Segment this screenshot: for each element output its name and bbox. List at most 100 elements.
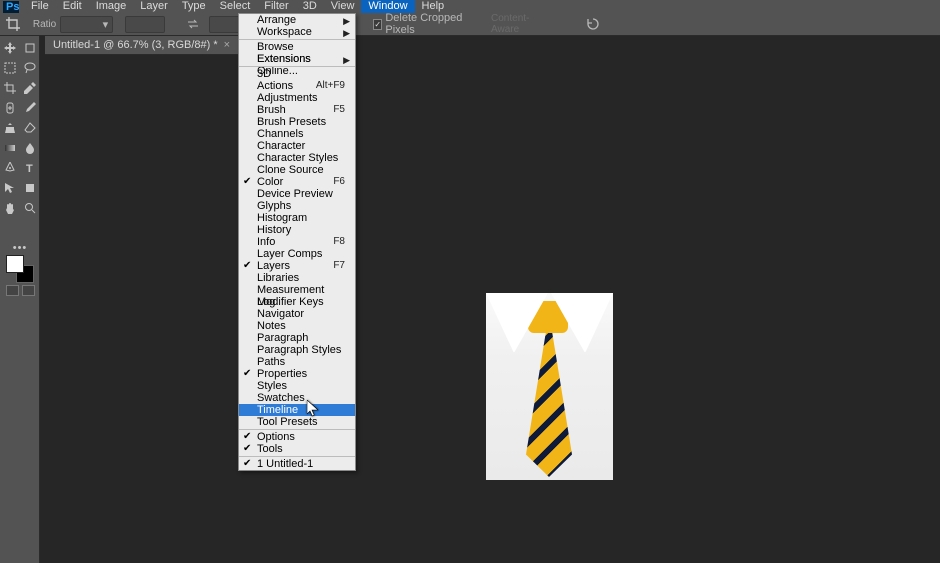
menu-item-label: 3D bbox=[257, 68, 271, 80]
menu-item-glyphs[interactable]: Glyphs bbox=[239, 200, 355, 212]
ratio-preset-dropdown[interactable]: ▾ bbox=[60, 16, 113, 33]
lasso-tool[interactable] bbox=[20, 58, 40, 78]
menu-edit[interactable]: Edit bbox=[56, 0, 89, 13]
menu-item-tools[interactable]: ✔Tools bbox=[239, 443, 355, 455]
menu-item-label: 1 Untitled-1 bbox=[257, 458, 313, 470]
ps-logo: Ps bbox=[2, 0, 20, 13]
menu-view[interactable]: View bbox=[324, 0, 362, 13]
zoom-tool[interactable] bbox=[20, 198, 40, 218]
menu-item-label: Color bbox=[257, 176, 283, 188]
artboard-tool[interactable] bbox=[20, 38, 40, 58]
menu-type[interactable]: Type bbox=[175, 0, 213, 13]
menu-item-paragraph-styles[interactable]: Paragraph Styles bbox=[239, 344, 355, 356]
menu-item-libraries[interactable]: Libraries bbox=[239, 272, 355, 284]
delete-cropped-checkbox[interactable]: ✓ Delete Cropped Pixels bbox=[373, 12, 475, 36]
brush-tool[interactable] bbox=[20, 98, 40, 118]
document-tab[interactable]: Untitled-1 @ 66.7% (3, RGB/8#) * × bbox=[45, 36, 240, 55]
hand-tool[interactable] bbox=[0, 198, 20, 218]
menu-item-adjustments[interactable]: Adjustments bbox=[239, 92, 355, 104]
menu-item-swatches[interactable]: Swatches bbox=[239, 392, 355, 404]
canvas-image[interactable] bbox=[486, 293, 613, 480]
menu-item-arrange[interactable]: Arrange▶ bbox=[239, 14, 355, 26]
menu-item-label: Brush bbox=[257, 104, 286, 116]
menu-item-character-styles[interactable]: Character Styles bbox=[239, 152, 355, 164]
menu-item-extensions[interactable]: Extensions▶ bbox=[239, 53, 355, 65]
menu-item-measurement-log[interactable]: Measurement Log bbox=[239, 284, 355, 296]
menu-item-3d[interactable]: 3D bbox=[239, 68, 355, 80]
menu-item-label: Measurement Log bbox=[257, 284, 345, 296]
menu-item-workspace[interactable]: Workspace▶ bbox=[239, 26, 355, 38]
menu-item-label: Notes bbox=[257, 320, 286, 332]
swap-dimensions-icon[interactable] bbox=[187, 17, 199, 31]
chevron-down-icon: ▾ bbox=[103, 18, 109, 31]
eyedropper-tool[interactable] bbox=[20, 78, 40, 98]
menu-item-clone-source[interactable]: Clone Source bbox=[239, 164, 355, 176]
menu-shortcut: F6 bbox=[333, 176, 345, 188]
menu-item-layer-comps[interactable]: Layer Comps bbox=[239, 248, 355, 260]
clone-stamp-tool[interactable] bbox=[0, 118, 20, 138]
menu-item-notes[interactable]: Notes bbox=[239, 320, 355, 332]
menu-item-options[interactable]: ✔Options bbox=[239, 431, 355, 443]
submenu-arrow-icon: ▶ bbox=[343, 27, 350, 39]
menu-item-brush-presets[interactable]: Brush Presets bbox=[239, 116, 355, 128]
checkmark-icon: ✔ bbox=[243, 260, 251, 272]
ratio-width-input[interactable] bbox=[125, 16, 165, 33]
spot-heal-tool[interactable] bbox=[0, 98, 20, 118]
menu-item-tool-presets[interactable]: Tool Presets bbox=[239, 416, 355, 428]
menu-file[interactable]: File bbox=[24, 0, 56, 13]
menu-item-paragraph[interactable]: Paragraph bbox=[239, 332, 355, 344]
menu-item-label: Swatches bbox=[257, 392, 305, 404]
menu-item-device-preview[interactable]: Device Preview bbox=[239, 188, 355, 200]
menu-item-color[interactable]: ✔ Color F6 bbox=[239, 176, 355, 188]
menu-item-label: Actions bbox=[257, 80, 293, 92]
checkmark-icon: ✔ bbox=[243, 176, 251, 188]
menu-item-label: Options bbox=[257, 431, 295, 443]
menu-item-channels[interactable]: Channels bbox=[239, 128, 355, 140]
menu-layer[interactable]: Layer bbox=[133, 0, 175, 13]
menu-item-label: Device Preview bbox=[257, 188, 333, 200]
submenu-arrow-icon: ▶ bbox=[343, 54, 350, 66]
menu-item-label: Brush Presets bbox=[257, 116, 326, 128]
menu-3d[interactable]: 3D bbox=[296, 0, 324, 13]
delete-cropped-label: Delete Cropped Pixels bbox=[385, 12, 475, 36]
menu-item-timeline[interactable]: Timeline bbox=[239, 404, 355, 416]
checkbox-icon: ✓ bbox=[373, 19, 382, 30]
menu-item-label: Paragraph bbox=[257, 332, 308, 344]
menu-item-navigator[interactable]: Navigator bbox=[239, 308, 355, 320]
menu-shortcut: F5 bbox=[333, 104, 345, 116]
path-select-tool[interactable] bbox=[0, 178, 20, 198]
menu-item-character[interactable]: Character bbox=[239, 140, 355, 152]
close-tab-icon[interactable]: × bbox=[224, 39, 230, 51]
menu-item-browse-extensions-online-[interactable]: Browse Extensions Online... bbox=[239, 41, 355, 53]
menu-item-histogram[interactable]: Histogram bbox=[239, 212, 355, 224]
type-tool[interactable]: T bbox=[20, 158, 40, 178]
menu-item-info[interactable]: InfoF8 bbox=[239, 236, 355, 248]
menu-image[interactable]: Image bbox=[89, 0, 134, 13]
rectangle-tool[interactable] bbox=[20, 178, 40, 198]
menu-item-history[interactable]: History bbox=[239, 224, 355, 236]
menu-item-1-untitled-1[interactable]: ✔1 Untitled-1 bbox=[239, 458, 355, 470]
menu-item-layers[interactable]: ✔LayersF7 bbox=[239, 260, 355, 272]
gradient-tool[interactable] bbox=[0, 138, 20, 158]
menu-item-paths[interactable]: Paths bbox=[239, 356, 355, 368]
menu-select[interactable]: Select bbox=[213, 0, 258, 13]
pen-tool[interactable] bbox=[0, 158, 20, 178]
color-swatches[interactable] bbox=[0, 258, 40, 278]
menu-item-brush[interactable]: Brush F5 bbox=[239, 104, 355, 116]
reset-crop-icon[interactable] bbox=[586, 17, 600, 31]
menu-item-label: Navigator bbox=[257, 308, 304, 320]
crop-tool-icon[interactable] bbox=[6, 15, 21, 33]
blur-tool[interactable] bbox=[20, 138, 40, 158]
menu-item-properties[interactable]: ✔Properties bbox=[239, 368, 355, 380]
eraser-tool[interactable] bbox=[20, 118, 40, 138]
move-tool[interactable] bbox=[0, 38, 20, 58]
menu-item-styles[interactable]: Styles bbox=[239, 380, 355, 392]
menu-item-label: Tool Presets bbox=[257, 416, 318, 428]
menu-filter[interactable]: Filter bbox=[257, 0, 295, 13]
menu-item-modifier-keys[interactable]: Modifier Keys bbox=[239, 296, 355, 308]
marquee-tool[interactable] bbox=[0, 58, 20, 78]
menu-shortcut: F8 bbox=[333, 236, 345, 248]
crop-tool[interactable] bbox=[0, 78, 20, 98]
menu-item-actions[interactable]: ActionsAlt+F9 bbox=[239, 80, 355, 92]
menu-separator bbox=[239, 66, 355, 67]
